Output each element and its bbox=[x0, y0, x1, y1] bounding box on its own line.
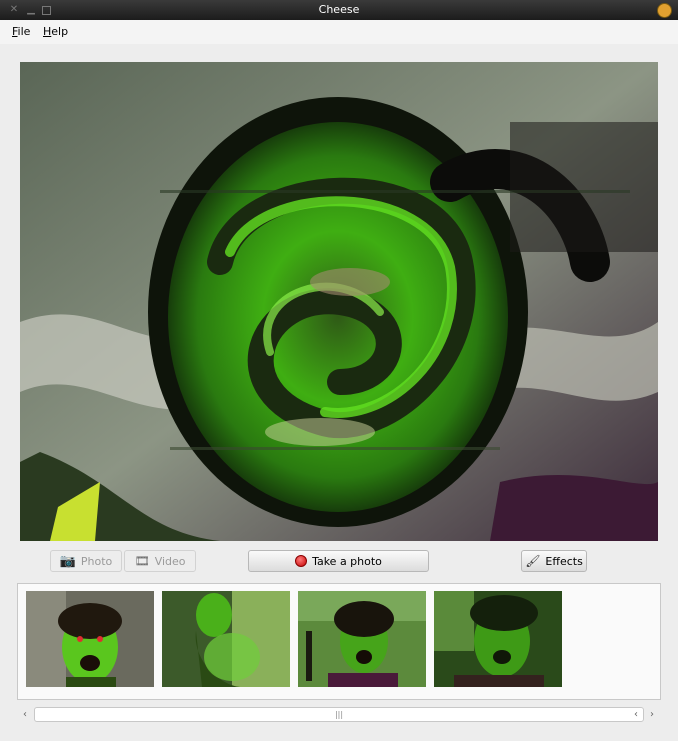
title-bar: ✕ ▁ Cheese bbox=[0, 0, 678, 20]
paintbrush-icon: 🖌 bbox=[525, 554, 541, 568]
window-title: Cheese bbox=[318, 3, 360, 16]
thumbnail[interactable] bbox=[298, 591, 426, 687]
effects-label: Effects bbox=[545, 554, 583, 568]
photo-mode-label: Photo bbox=[80, 554, 113, 568]
take-photo-label: Take a photo bbox=[312, 554, 382, 568]
scroll-right-arrow-icon[interactable]: › bbox=[645, 708, 659, 722]
scrollbar-grip-icon[interactable]: ||| bbox=[35, 708, 643, 721]
webcam-viewport bbox=[20, 62, 658, 541]
photo-mode-button[interactable]: 📷 Photo bbox=[50, 550, 122, 572]
menu-bar: File Help bbox=[0, 20, 678, 44]
photo-gallery bbox=[17, 583, 661, 700]
camera-icon: 📷 bbox=[59, 553, 76, 569]
window-menu-icon[interactable] bbox=[657, 3, 672, 18]
video-mode-button[interactable]: 🎞 Video bbox=[124, 550, 196, 572]
scroll-left-end-arrow-icon[interactable]: ‹ bbox=[629, 708, 643, 722]
menu-help[interactable]: Help bbox=[43, 25, 68, 38]
cheese-window: ✕ ▁ Cheese File Help 📷 Photo 🎞 Video Tak… bbox=[0, 0, 678, 741]
live-preview-image bbox=[20, 62, 658, 541]
take-photo-button[interactable]: Take a photo bbox=[248, 550, 429, 572]
video-mode-label: Video bbox=[154, 554, 186, 568]
thumbnail[interactable] bbox=[434, 591, 562, 687]
record-icon bbox=[295, 555, 308, 567]
menu-file[interactable]: File bbox=[12, 25, 30, 38]
scrollbar-track[interactable]: ||| bbox=[34, 707, 644, 722]
thumbnail[interactable] bbox=[162, 591, 290, 687]
gallery-scrollbar[interactable]: ‹ ||| ‹ › bbox=[17, 706, 661, 724]
effects-button[interactable]: 🖌 Effects bbox=[521, 550, 587, 572]
scroll-left-arrow-icon[interactable]: ‹ bbox=[18, 708, 32, 722]
film-icon: 🎞 bbox=[134, 554, 150, 568]
thumbnail[interactable] bbox=[26, 591, 154, 687]
